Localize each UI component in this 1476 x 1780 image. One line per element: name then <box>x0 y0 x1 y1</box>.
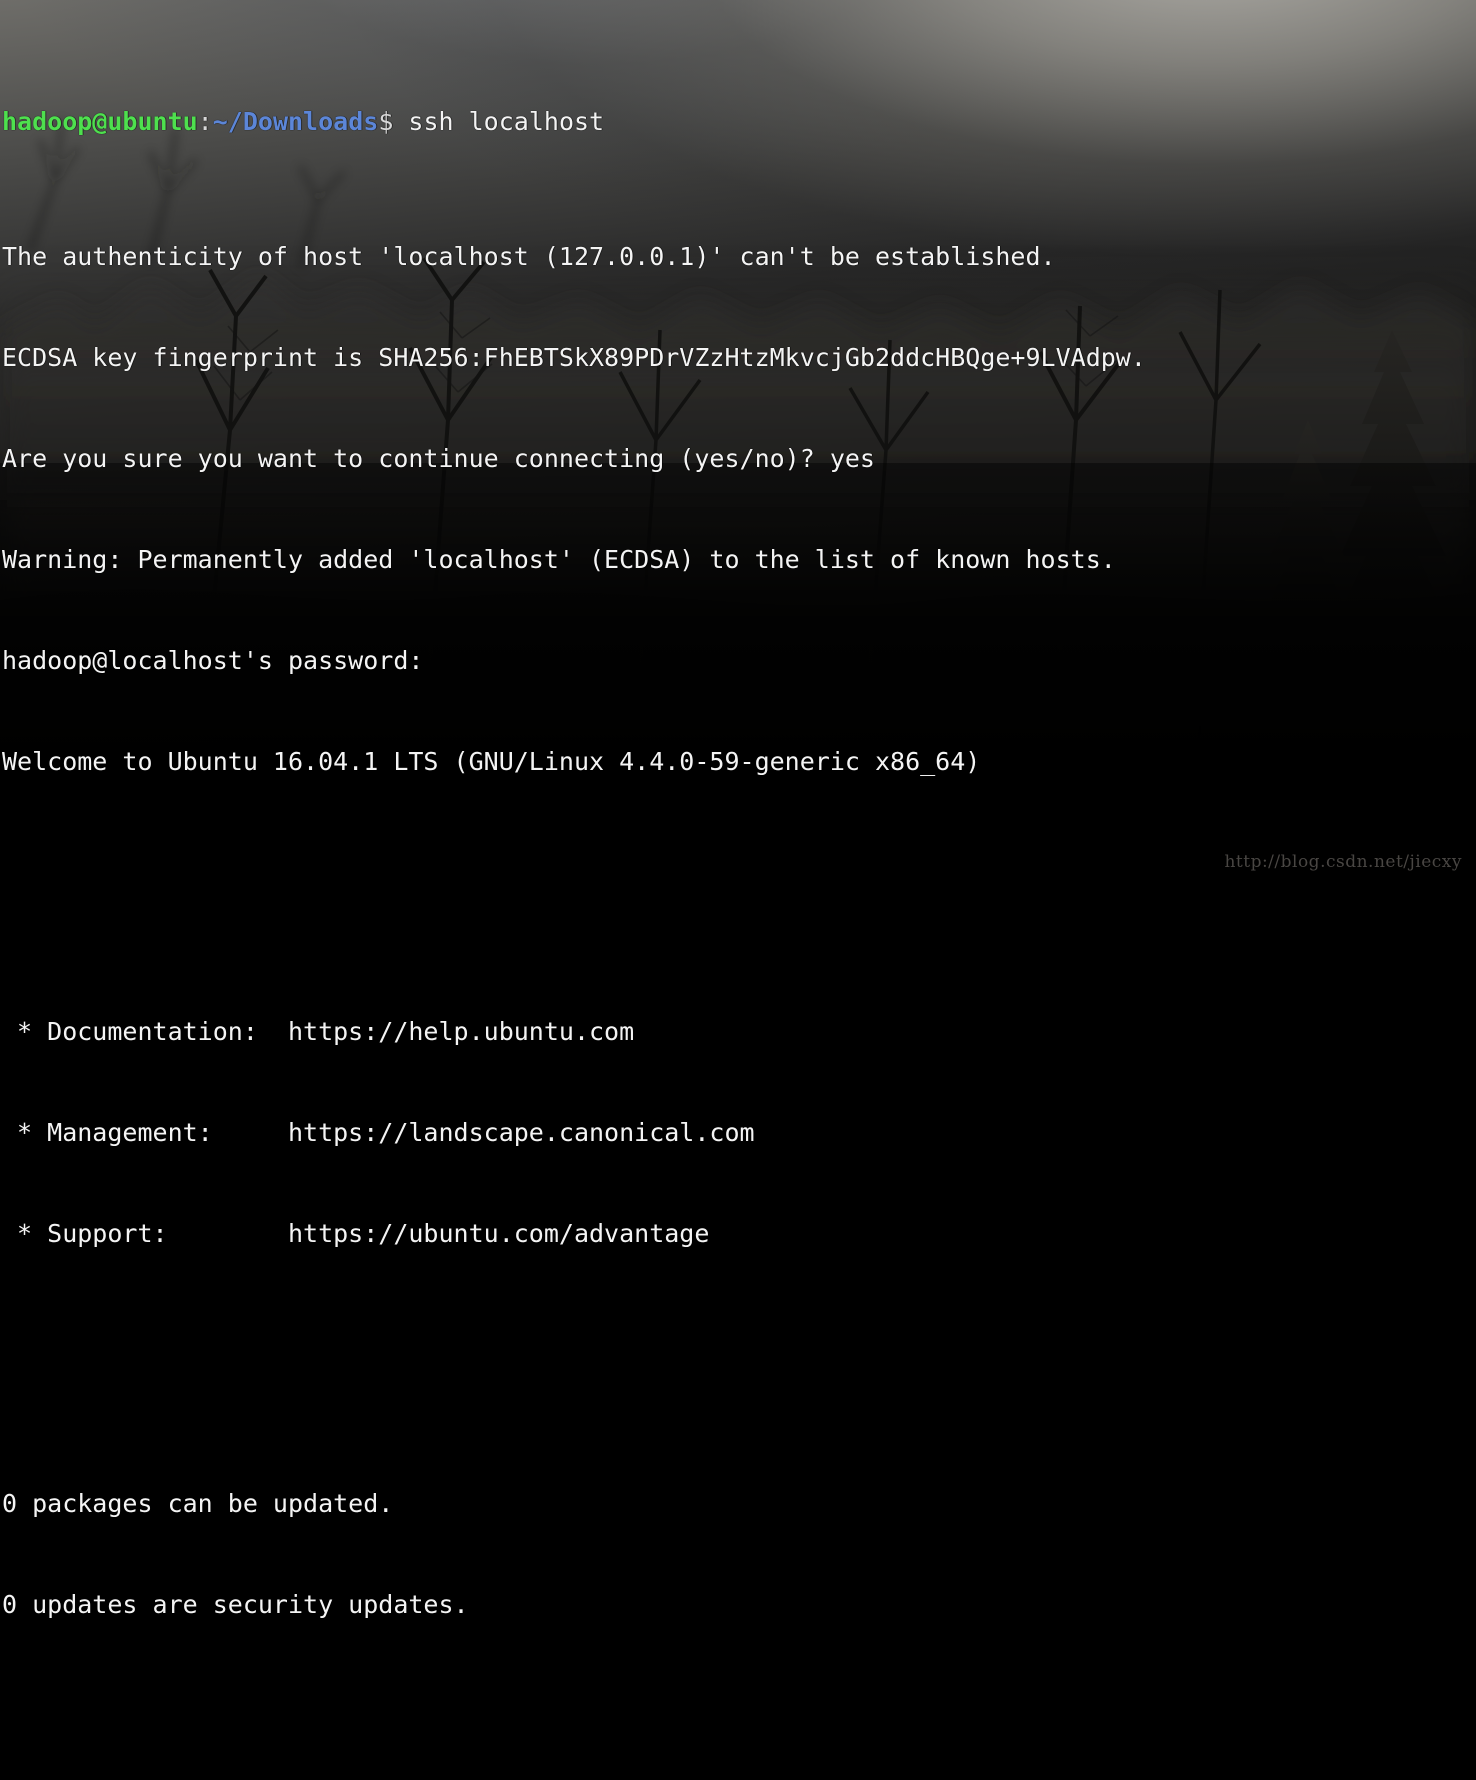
prompt-path: ~/Downloads <box>212 107 379 137</box>
password-prompt-line[interactable]: hadoop@localhost's password: <box>2 644 1476 678</box>
prompt-sigil: $ <box>378 107 394 137</box>
prompt-colon: : <box>197 107 213 137</box>
command-ssh-localhost: ssh localhost <box>393 107 605 137</box>
motd-link-management: * Management: https://landscape.canonica… <box>2 1118 755 1148</box>
motd-packages-updatable: 0 packages can be updated. <box>2 1488 394 1518</box>
motd-welcome-line: Welcome to Ubuntu 16.04.1 LTS (GNU/Linux… <box>2 747 981 777</box>
watermark-url: http://blog.csdn.net/jiecxy <box>1224 852 1462 872</box>
terminal-output[interactable]: hadoop@ubuntu:~/Downloads$ ssh localhost… <box>0 0 1476 1619</box>
prompt-user-host: hadoop@ubuntu <box>2 107 198 137</box>
ssh-confirm-line: Are you sure you want to continue connec… <box>2 444 875 474</box>
motd-link-support: * Support: https://ubuntu.com/advantage <box>2 1219 710 1249</box>
ssh-authenticity-line: The authenticity of host 'localhost (127… <box>2 241 1056 271</box>
prompt-line-first: hadoop@ubuntu:~/Downloads$ ssh localhost <box>2 105 1476 139</box>
motd-security-updates: 0 updates are security updates. <box>2 1589 469 1619</box>
ssh-fingerprint-line: ECDSA key fingerprint is SHA256:FhEBTSkX… <box>2 343 1146 372</box>
ssh-warning-known-hosts: Warning: Permanently added 'localhost' (… <box>2 545 1116 575</box>
motd-link-documentation: * Documentation: https://help.ubuntu.com <box>2 1016 635 1046</box>
